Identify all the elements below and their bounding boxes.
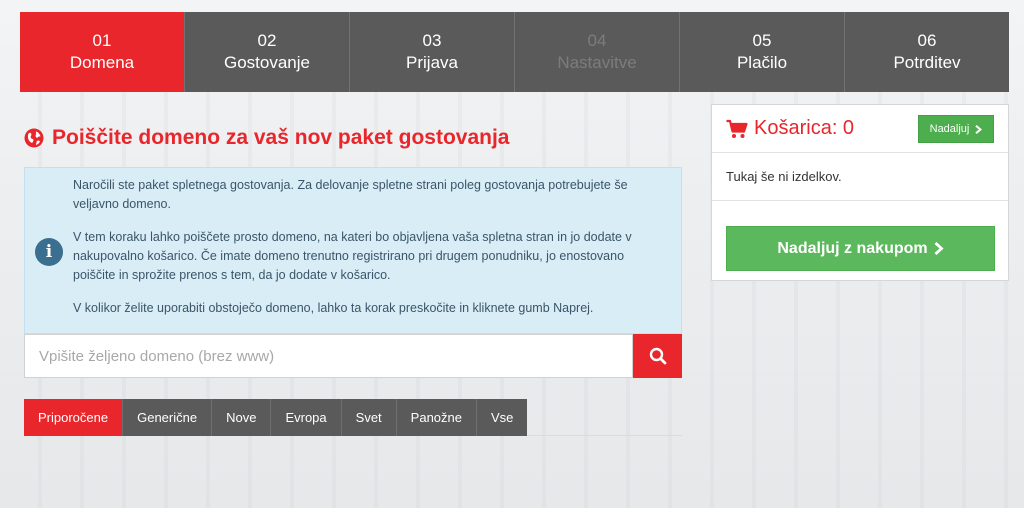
- search-button[interactable]: [633, 334, 682, 378]
- tab-nove[interactable]: Nove: [212, 399, 272, 436]
- info-alert: i Naročili ste paket spletnega gostovanj…: [24, 167, 682, 334]
- tab-genericne[interactable]: Generične: [123, 399, 213, 436]
- step-label: Gostovanje: [224, 53, 310, 72]
- button-label: Nadaljuj: [929, 123, 970, 135]
- step-label: Plačilo: [736, 53, 788, 72]
- step-domena[interactable]: 01 Domena: [20, 12, 185, 92]
- info-text: Naročili ste paket spletnega gostovanja.…: [73, 176, 667, 332]
- domain-search: [24, 334, 682, 378]
- chevron-right-icon: [975, 124, 983, 134]
- info-paragraph: V tem koraku lahko poiščete prosto domen…: [73, 230, 632, 282]
- shopping-cart-panel: Košarica: 0 Nadaljuj Tukaj še ni izdelko…: [711, 104, 1009, 281]
- step-gostovanje[interactable]: 02 Gostovanje: [185, 12, 350, 92]
- step-number: 02: [257, 31, 277, 50]
- page-header: Poiščite domeno za vaš nov paket gostova…: [24, 122, 509, 154]
- cart-empty-text: Tukaj še ni izdelkov.: [726, 169, 842, 184]
- cart-title: Košarica: 0: [754, 117, 855, 139]
- checkout-steps: 01 Domena 02 Gostovanje 03 Prijava 04 Na…: [20, 12, 1009, 92]
- tab-evropa[interactable]: Evropa: [271, 399, 342, 436]
- tab-panozne[interactable]: Panožne: [396, 399, 477, 436]
- continue-shopping-button[interactable]: Nadaljuj z nakupom: [726, 226, 995, 271]
- step-label: Prijava: [406, 53, 458, 72]
- step-nastavitve: 04 Nastavitve: [515, 12, 680, 92]
- step-label: Potrditev: [893, 53, 961, 72]
- tab-vse[interactable]: Vse: [477, 399, 528, 436]
- chevron-right-icon: [934, 242, 944, 255]
- step-potrditev[interactable]: 06 Potrditev: [845, 12, 1009, 92]
- cart-continue-button[interactable]: Nadaljuj: [918, 115, 994, 143]
- step-label: Nastavitve: [557, 53, 637, 72]
- search-icon: [649, 347, 666, 365]
- step-label: Domena: [69, 53, 135, 72]
- button-label: Nadaljuj z nakupom: [777, 239, 928, 257]
- step-prijava[interactable]: 03 Prijava: [350, 12, 515, 92]
- cart-empty-message: Tukaj še ni izdelkov.: [712, 153, 1008, 201]
- step-number: 01: [92, 31, 112, 50]
- globe-icon: [24, 128, 44, 148]
- info-icon: i: [35, 238, 63, 266]
- step-placilo[interactable]: 05 Plačilo: [680, 12, 845, 92]
- info-paragraph: Naročili ste paket spletnega gostovanja.…: [73, 178, 628, 211]
- tab-priporocene[interactable]: Priporočene: [24, 399, 124, 436]
- cart-icon: [726, 119, 748, 138]
- info-paragraph: V kolikor želite uporabiti obstoječo dom…: [73, 301, 594, 315]
- step-number: 04: [587, 31, 607, 50]
- step-number: 03: [422, 31, 442, 50]
- domain-search-input[interactable]: [24, 334, 633, 378]
- tab-svet[interactable]: Svet: [341, 399, 397, 436]
- step-number: 05: [752, 31, 772, 50]
- page-title: Poiščite domeno za vaš nov paket gostova…: [52, 126, 510, 149]
- tld-category-tabs: Priporočene Generične Nove Evropa Svet P…: [24, 399, 528, 436]
- cart-header: Košarica: 0 Nadaljuj: [712, 105, 1008, 153]
- step-number: 06: [917, 31, 937, 50]
